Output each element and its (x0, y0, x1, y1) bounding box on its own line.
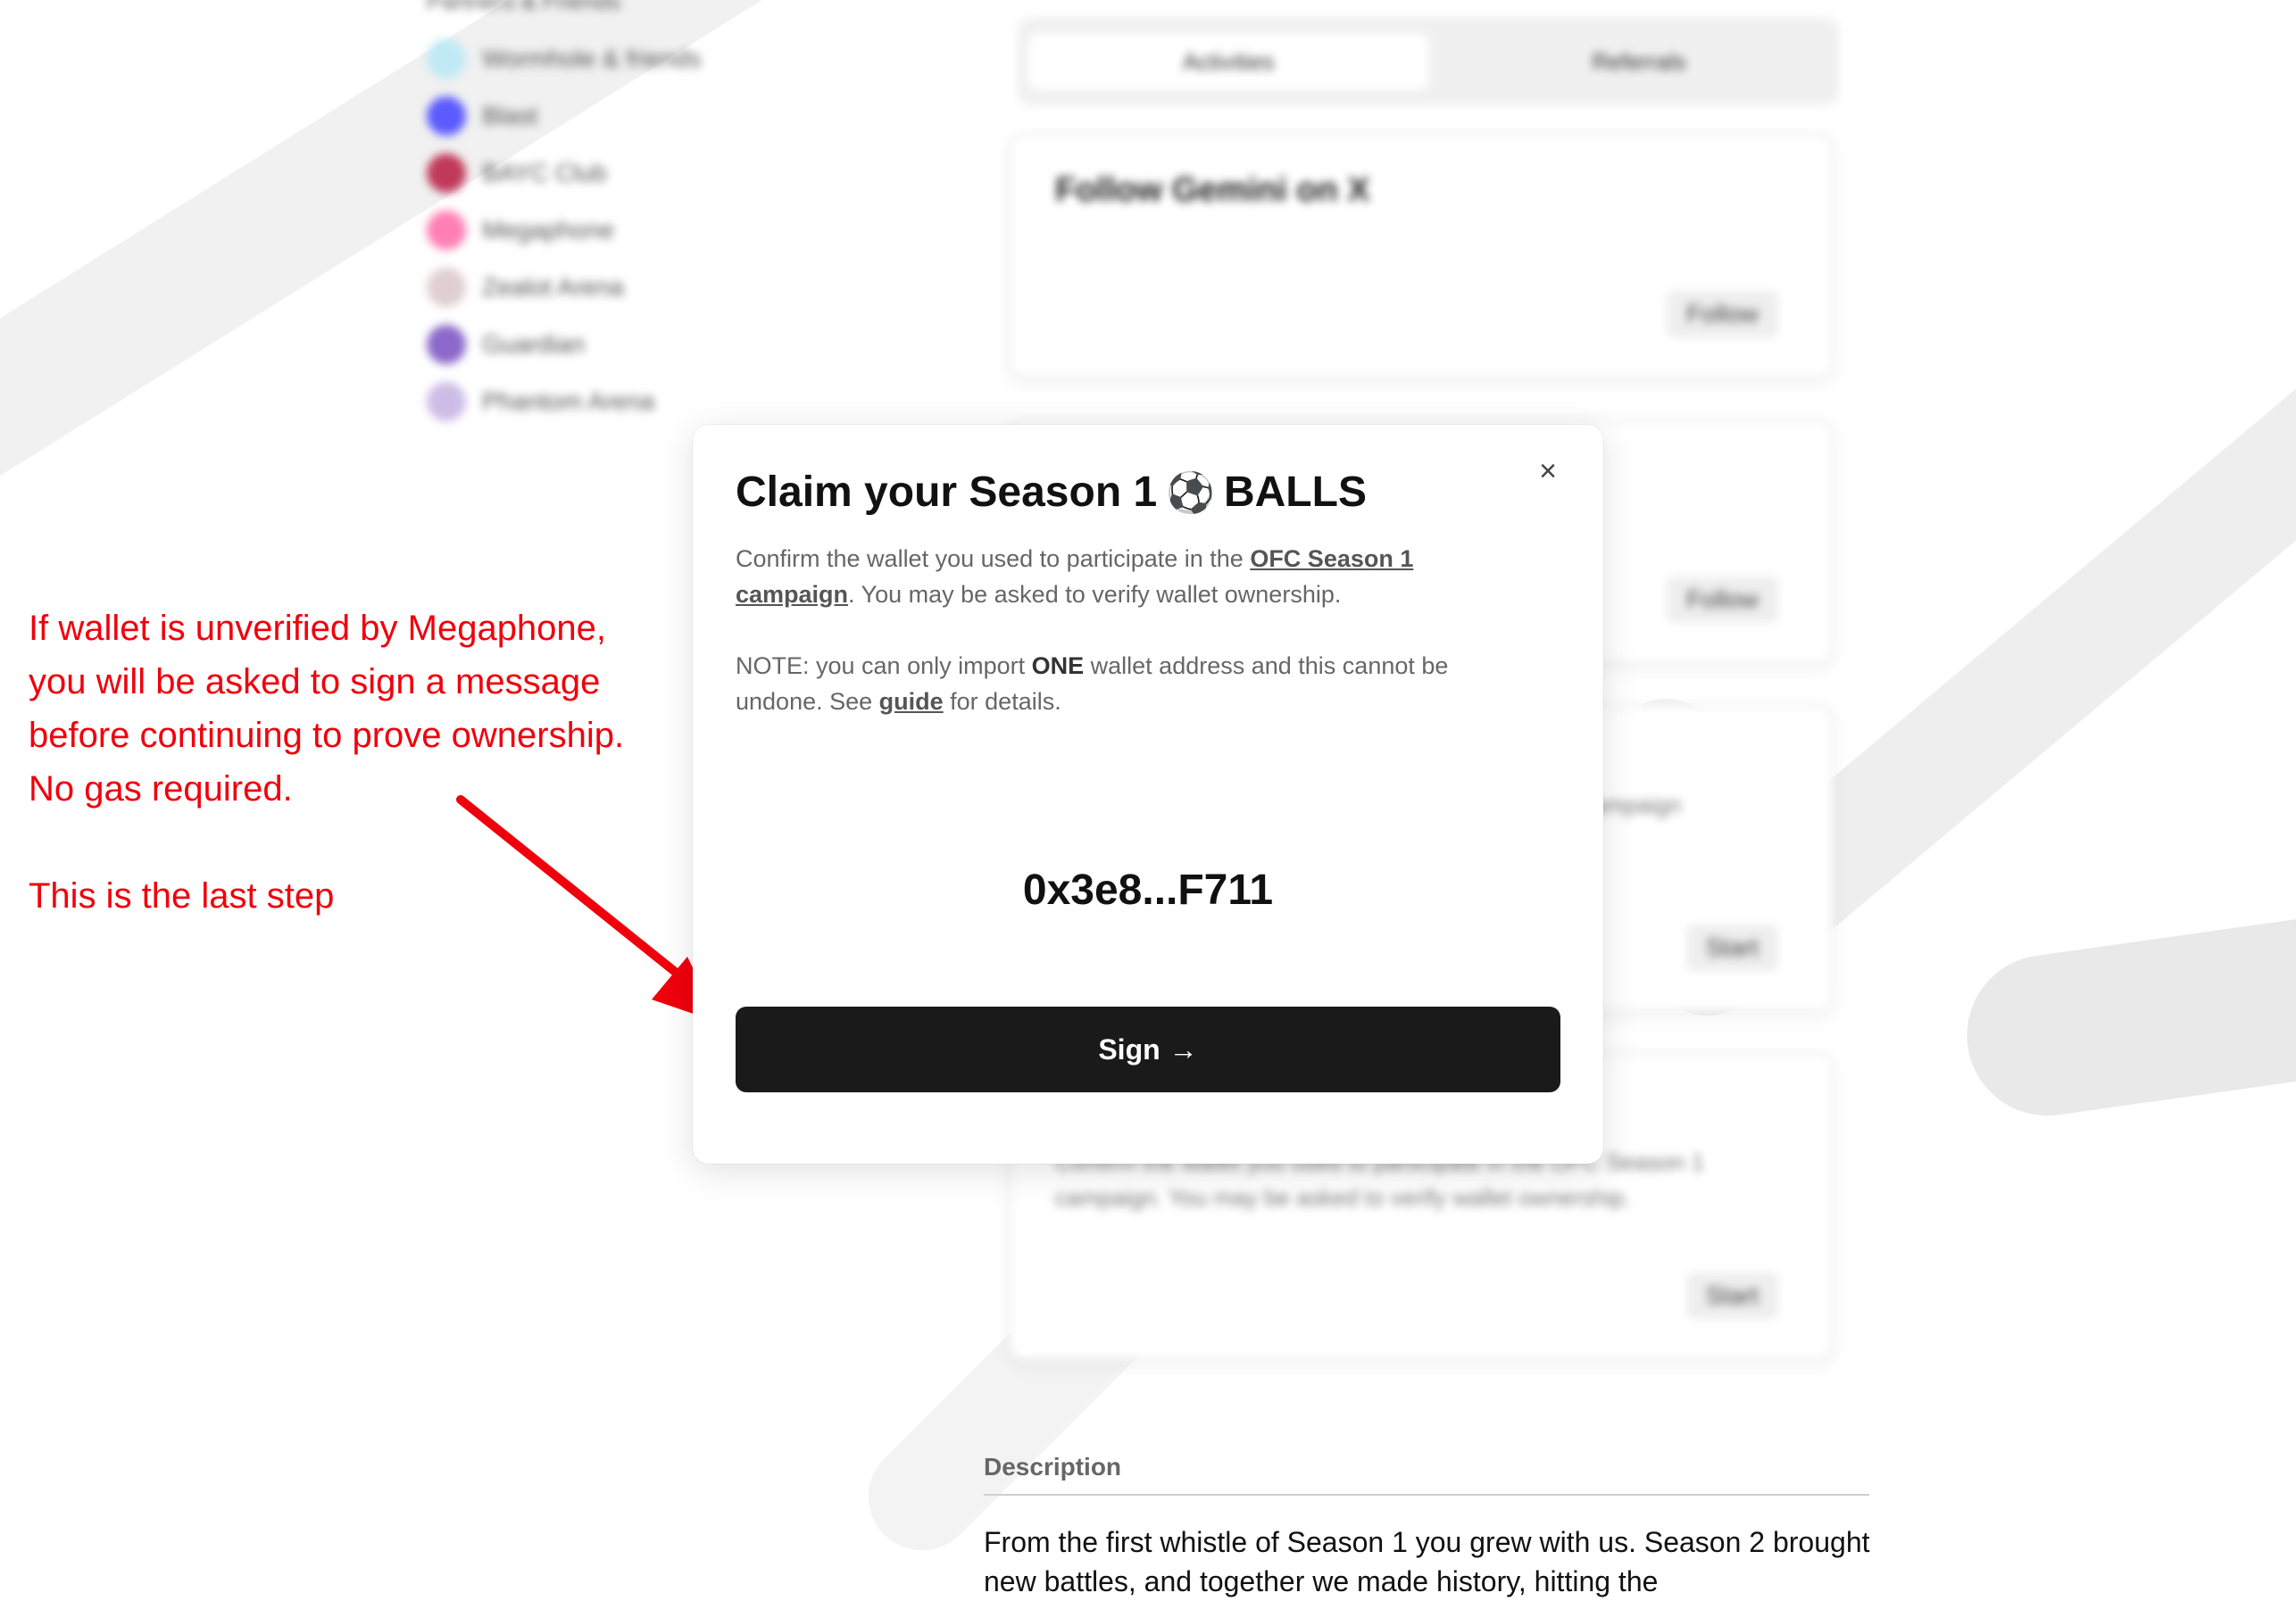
sign-button[interactable]: Sign → (736, 1007, 1560, 1092)
modal-text: . You may be asked to verify wallet owne… (848, 581, 1342, 608)
modal-emphasis: ONE (1031, 652, 1085, 679)
claim-modal: Claim your Season 1 ⚽ BALLS × Confirm th… (693, 425, 1603, 1164)
guide-link[interactable]: guide (879, 688, 944, 715)
modal-text: for details. (943, 688, 1061, 715)
modal-title-text: Claim your Season 1 (736, 469, 1158, 516)
soccer-ball-icon: ⚽ (1166, 470, 1215, 515)
modal-description: Confirm the wallet you used to participa… (736, 541, 1539, 612)
sign-button-label: Sign (1098, 1033, 1160, 1066)
modal-title: Claim your Season 1 ⚽ BALLS (736, 468, 1367, 517)
modal-text: Confirm the wallet you used to participa… (736, 545, 1251, 572)
modal-note: NOTE: you can only import ONE wallet add… (736, 648, 1539, 719)
modal-title-suffix: BALLS (1223, 469, 1367, 516)
arrow-right-icon: → (1169, 1033, 1198, 1066)
wallet-address: 0x3e8...F711 (1022, 867, 1274, 914)
close-button[interactable]: × (1527, 450, 1569, 493)
modal-text: NOTE: you can only import (736, 652, 1032, 679)
close-icon: × (1539, 453, 1557, 488)
